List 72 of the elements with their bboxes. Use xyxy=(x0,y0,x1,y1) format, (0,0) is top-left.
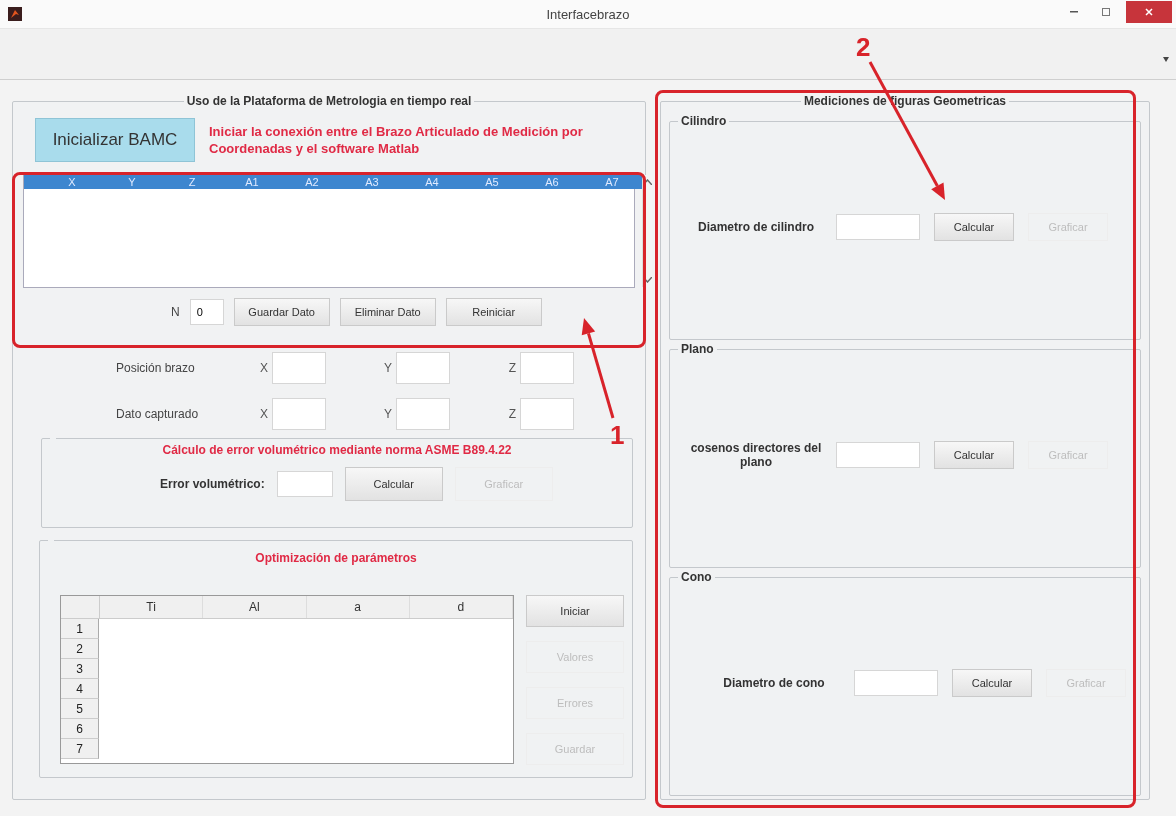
axis-label: X xyxy=(259,361,268,375)
coordinate-field[interactable] xyxy=(396,398,450,430)
column-header: a xyxy=(306,596,410,618)
instruction-text: Iniciar la conexión entre el Brazo Articulado de Medición por Coordenadas y el software Matlab xyxy=(209,123,584,157)
close-button[interactable] xyxy=(1126,1,1172,23)
action-button[interactable]: Calcular xyxy=(934,213,1014,241)
row-number: 5 xyxy=(61,699,99,719)
field-label: Posición brazo xyxy=(116,361,196,375)
maximize-icon[interactable] xyxy=(1102,8,1110,16)
minimize-icon[interactable] xyxy=(1070,11,1078,13)
axis-label: Z xyxy=(507,407,516,421)
panel-title: Uso de la Plataforma de Metrologia en tiempo real xyxy=(186,94,472,108)
row-number: 3 xyxy=(61,659,99,679)
field-label: Dato capturado xyxy=(116,407,200,421)
callout-number: 1 xyxy=(610,422,625,448)
column-header: A4 xyxy=(424,175,440,189)
section-title: Cilindro xyxy=(681,114,727,128)
row-number: 7 xyxy=(61,739,99,759)
axis-label: Z xyxy=(507,361,516,375)
action-button[interactable]: Calcular xyxy=(934,441,1014,469)
action-button[interactable]: Guardar Dato xyxy=(233,298,330,326)
expand-arrow-icon[interactable] xyxy=(1162,55,1170,63)
result-field[interactable] xyxy=(836,442,920,468)
row-number: 2 xyxy=(61,639,99,659)
app-icon xyxy=(8,7,22,21)
result-field[interactable] xyxy=(854,670,938,696)
coordinate-field[interactable] xyxy=(520,398,574,430)
close-icon[interactable] xyxy=(1145,8,1153,16)
action-button[interactable]: Calcular xyxy=(952,669,1032,697)
column-header: A5 xyxy=(484,175,500,189)
window-title: Interfacebrazo xyxy=(546,6,630,22)
column-header: A7 xyxy=(604,175,620,189)
column-header: Al xyxy=(203,596,307,618)
column-header: Ti xyxy=(100,596,204,618)
column-header: d xyxy=(409,596,513,618)
axis-label: Y xyxy=(383,407,392,421)
scroll-down-icon[interactable] xyxy=(643,277,652,283)
column-header: A2 xyxy=(304,175,320,189)
error-field[interactable] xyxy=(276,471,333,497)
column-header: Y xyxy=(127,175,137,189)
section-title: Cálculo de error volumétrico mediante norma ASME B89.4.22 xyxy=(161,443,513,457)
column-header: X xyxy=(67,175,77,189)
section-title: Optimización de parámetros xyxy=(254,551,418,565)
action-button[interactable]: Calcular xyxy=(344,467,443,501)
action-button[interactable]: Iniciar xyxy=(526,595,624,627)
coordinate-field[interactable] xyxy=(396,352,450,384)
row-number: 4 xyxy=(61,679,99,699)
coordinate-field[interactable] xyxy=(272,352,326,384)
field-label: Diametro de cilindro xyxy=(697,220,815,234)
field-label: Diametro de cono xyxy=(722,676,826,690)
result-field[interactable] xyxy=(836,214,920,240)
n-label: N xyxy=(171,305,180,319)
row-number: 6 xyxy=(61,719,99,739)
axis-label: X xyxy=(259,407,268,421)
axis-label: Y xyxy=(383,361,392,375)
section-title: Cono xyxy=(681,570,712,584)
section-title: Plano xyxy=(681,342,714,356)
action-button[interactable]: Eliminar Dato xyxy=(339,298,436,326)
column-header: Z xyxy=(187,175,197,189)
initialize-button[interactable]: Inicializar BAMC xyxy=(35,118,195,162)
coordinate-field[interactable] xyxy=(520,352,574,384)
callout-number: 2 xyxy=(856,34,871,60)
row-number: 1 xyxy=(61,619,99,639)
column-header: A1 xyxy=(244,175,260,189)
column-header: A3 xyxy=(364,175,380,189)
coordinate-field[interactable] xyxy=(272,398,326,430)
count-field[interactable]: 0 xyxy=(189,299,224,325)
field-label: Error volumétrico: xyxy=(160,477,265,491)
action-button[interactable]: Reiniciar xyxy=(445,298,542,326)
column-header: A6 xyxy=(544,175,560,189)
field-label: cosenos directores del plano xyxy=(690,441,822,469)
scroll-up-icon[interactable] xyxy=(643,179,652,185)
